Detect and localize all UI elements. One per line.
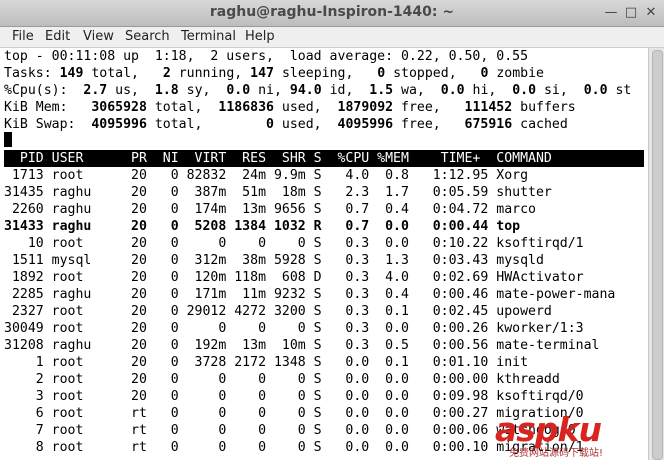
watermark-subtitle: 免费网站源码下载站! bbox=[509, 448, 604, 459]
process-row: 1713 root 20 0 82832 24m 9.9m S 4.0 0.8 … bbox=[4, 168, 529, 183]
process-row: 7 root rt 0 0 0 0 S 0.0 0.0 0:00.06 watc… bbox=[4, 423, 576, 438]
menu-help[interactable]: Help bbox=[245, 29, 275, 44]
menu-search[interactable]: Search bbox=[125, 29, 170, 44]
process-row: 31208 raghu 20 0 192m 13m 10m S 0.3 0.5 … bbox=[4, 338, 600, 353]
process-row: 1 root 20 0 3728 2172 1348 S 0.0 0.1 0:0… bbox=[4, 355, 529, 370]
scrollbar-thumb[interactable] bbox=[652, 50, 663, 460]
mem-line: KiB Mem: 3065928 total, 1186836 used, 18… bbox=[4, 100, 576, 115]
cpu-line: %Cpu(s): 2.7 us, 1.8 sy, 0.0 ni, 94.0 id… bbox=[4, 83, 632, 98]
terminal-output[interactable]: top - 00:11:08 up 1:18, 2 users, load av… bbox=[0, 48, 648, 460]
process-row: 2 root 20 0 0 0 0 S 0.0 0.0 0:00.00 kthr… bbox=[4, 372, 560, 387]
menu-bar: File Edit View Search Terminal Help bbox=[0, 27, 664, 48]
process-row: 2260 raghu 20 0 174m 13m 9656 S 0.7 0.4 … bbox=[4, 202, 536, 217]
swap-line: KiB Swap: 4095996 total, 0 used, 4095996… bbox=[4, 117, 568, 132]
tasks-line: Tasks: 149 total, 2 running, 147 sleepin… bbox=[4, 66, 544, 81]
process-row: 2285 raghu 20 0 171m 11m 9232 S 0.3 0.4 … bbox=[4, 287, 616, 302]
watermark-logo: aspku 免费网站源码下载站! bbox=[495, 410, 664, 460]
terminal-window: raghu@raghu-Inspiron-1440: ~ — □ ✕ File … bbox=[0, 0, 664, 460]
title-bar[interactable]: raghu@raghu-Inspiron-1440: ~ — □ ✕ bbox=[0, 0, 664, 27]
process-row: 31433 raghu 20 0 5208 1384 1032 R 0.7 0.… bbox=[4, 219, 521, 234]
maximize-icon[interactable]: □ bbox=[624, 6, 638, 20]
menu-edit[interactable]: Edit bbox=[45, 29, 70, 44]
process-row: 3 root 20 0 0 0 0 S 0.0 0.0 0:09.98 ksof… bbox=[4, 389, 584, 404]
uptime-line: top - 00:11:08 up 1:18, 2 users, load av… bbox=[4, 49, 529, 64]
process-table-header: PID USER PR NI VIRT RES SHR S %CPU %MEM … bbox=[4, 150, 644, 167]
menu-view[interactable]: View bbox=[83, 29, 114, 44]
menu-terminal[interactable]: Terminal bbox=[181, 29, 236, 44]
minimize-icon[interactable]: — bbox=[604, 6, 618, 20]
process-row: 2327 root 20 0 29012 4272 3200 S 0.3 0.1… bbox=[4, 304, 552, 319]
terminal-cursor bbox=[4, 132, 12, 147]
close-icon[interactable]: ✕ bbox=[644, 6, 658, 20]
menu-file[interactable]: File bbox=[12, 29, 34, 44]
window-title: raghu@raghu-Inspiron-1440: ~ bbox=[209, 4, 455, 20]
process-row: 1511 mysql 20 0 312m 38m 5928 S 0.3 1.3 … bbox=[4, 253, 544, 268]
scrollbar[interactable] bbox=[648, 48, 664, 460]
process-row: 31435 raghu 20 0 387m 51m 18m S 2.3 1.7 … bbox=[4, 185, 552, 200]
process-row: 1892 root 20 0 120m 118m 608 D 0.3 4.0 0… bbox=[4, 270, 584, 285]
process-row: 10 root 20 0 0 0 0 S 0.3 0.0 0:10.22 kso… bbox=[4, 236, 584, 251]
process-row: 30049 root 20 0 0 0 0 S 0.3 0.0 0:00.26 … bbox=[4, 321, 584, 336]
